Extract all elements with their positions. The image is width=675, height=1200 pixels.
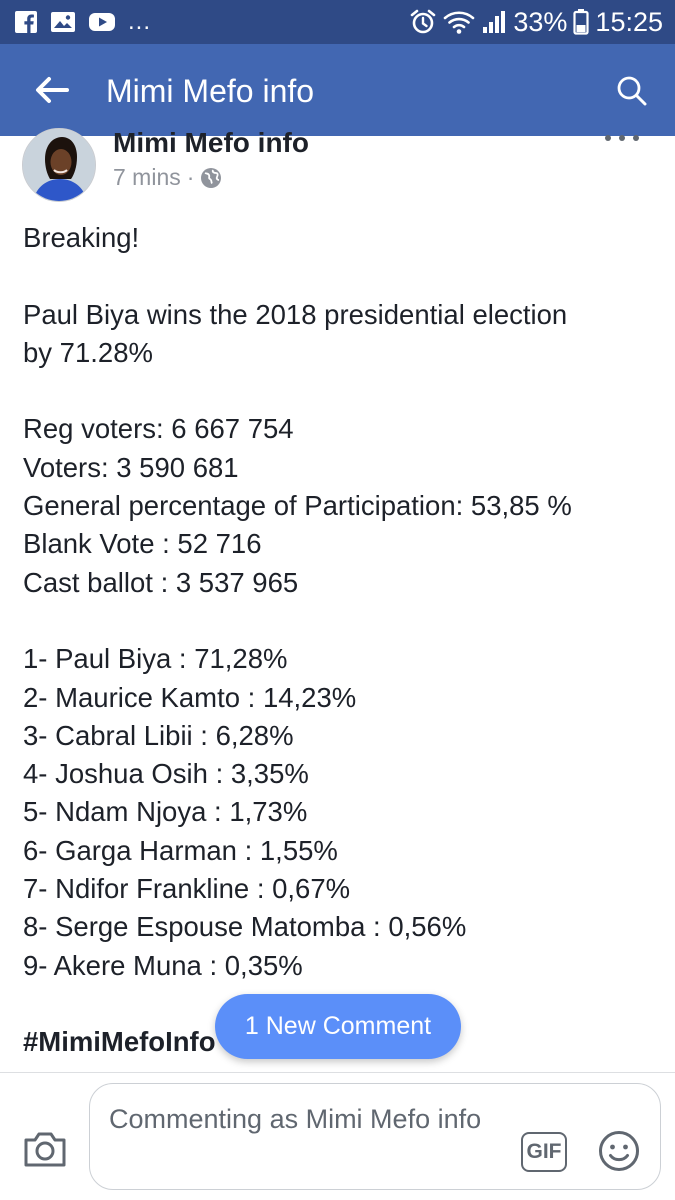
gallery-icon [51, 12, 75, 32]
status-bar: ... 33% 15:25 [0, 0, 675, 44]
emoji-icon[interactable] [598, 1130, 640, 1172]
post-line: Cast ballot : 3 537 965 [23, 566, 299, 598]
dot-icon [633, 135, 639, 141]
dot-icon [605, 135, 611, 141]
result-line: 5- Ndam Njoya : 1,73% [23, 796, 308, 828]
post-author[interactable]: Mimi Mefo info [113, 126, 309, 160]
post-header: Mimi Mefo info 7 mins · [0, 127, 675, 206]
result-line: 6- Garga Harman : 1,55% [23, 834, 338, 866]
alarm-icon [411, 9, 436, 34]
search-button[interactable] [609, 68, 655, 114]
post-text: Breaking! Paul Biya wins the 2018 presid… [23, 219, 653, 1062]
profile-photo [23, 129, 95, 201]
back-arrow-icon [36, 77, 69, 103]
notification-icons: ... [14, 8, 151, 36]
dot-icon [619, 135, 625, 141]
post-meta: 7 mins · [113, 164, 222, 191]
signal-icon [483, 11, 506, 33]
post-line: Paul Biya wins the 2018 presidential ele… [23, 298, 568, 330]
battery-percentage: 33% [513, 6, 568, 37]
new-comment-button[interactable]: 1 New Comment [215, 994, 461, 1059]
result-line: 3- Cabral Libii : 6,28% [23, 719, 294, 751]
facebook-icon [15, 11, 37, 33]
result-line: 7- Ndifor Frankline : 0,67% [23, 873, 351, 905]
meta-separator: · [186, 164, 195, 190]
globe-icon [201, 167, 222, 188]
comment-placeholder: Commenting as Mimi Mefo info [109, 1104, 482, 1134]
more-notifications: ... [128, 8, 152, 35]
gif-button[interactable]: GIF [521, 1132, 567, 1172]
search-icon [617, 76, 647, 106]
result-line: 9- Akere Muna : 0,35% [23, 949, 303, 981]
youtube-icon [89, 13, 115, 31]
post-line: Blank Vote : 52 716 [23, 528, 262, 560]
battery-icon [573, 9, 590, 35]
avatar[interactable] [22, 128, 96, 202]
comment-input[interactable]: Commenting as Mimi Mefo info GIF [89, 1083, 661, 1190]
post-line: Breaking! [23, 222, 140, 253]
post-line: Voters: 3 590 681 [23, 451, 239, 483]
camera-icon[interactable] [22, 1129, 68, 1169]
post-options-button[interactable] [605, 128, 639, 148]
system-status: 33% 15:25 [409, 6, 663, 38]
post-line: General percentage of Participation: 53,… [23, 490, 572, 522]
app-bar: Mimi Mefo info [0, 44, 675, 136]
post-line: Reg voters: 6 667 754 [23, 413, 294, 445]
result-line: 2- Maurice Kamto : 14,23% [23, 681, 357, 713]
comment-composer: Commenting as Mimi Mefo info GIF [0, 1072, 675, 1200]
post-time[interactable]: 7 mins [113, 164, 181, 191]
clock: 15:25 [595, 6, 663, 37]
back-button[interactable] [26, 66, 78, 114]
post-line: by 71.28% [23, 336, 153, 368]
result-line: 4- Joshua Osih : 3,35% [23, 758, 309, 790]
page-title: Mimi Mefo info [106, 73, 315, 109]
result-line: 1- Paul Biya : 71,28% [23, 643, 288, 675]
result-line: 8- Serge Espouse Matomba : 0,56% [23, 911, 467, 943]
wifi-icon [444, 11, 475, 34]
